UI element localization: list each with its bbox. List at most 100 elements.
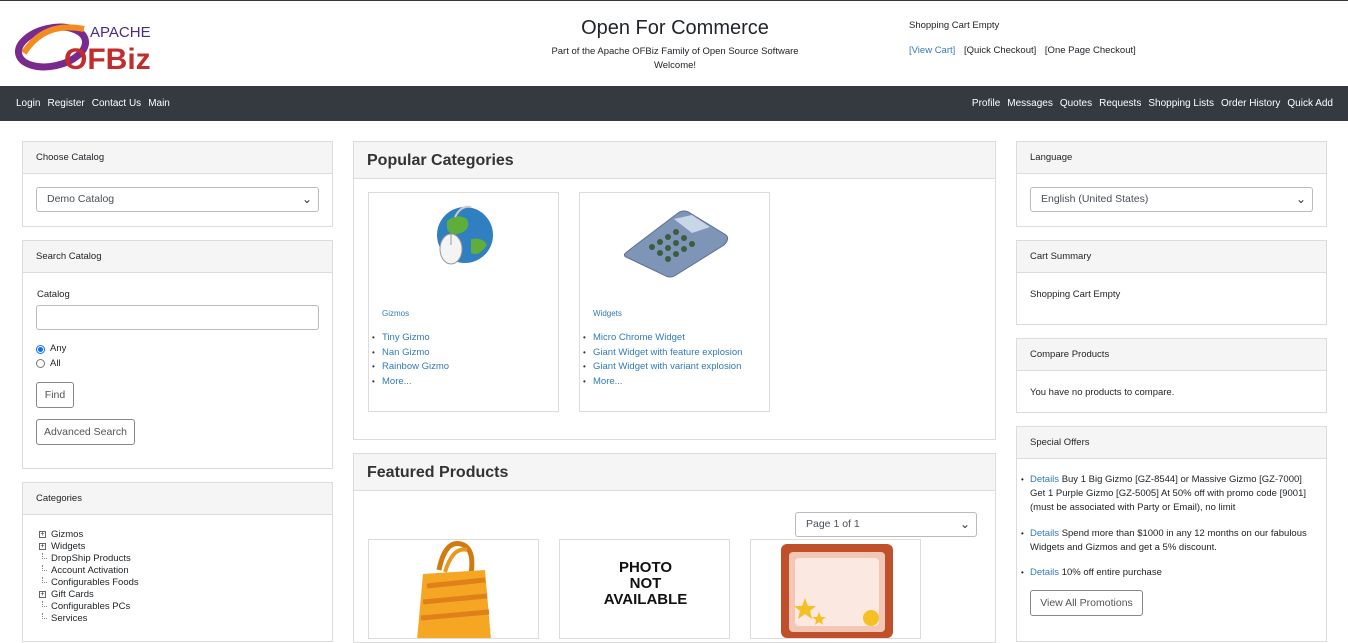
product-link-giant-widget-feature[interactable]: Giant Widget with feature explosion [593,347,742,358]
search-catalog-card: Search Catalog Catalog Any All Find Adva… [22,240,333,469]
category-item-widgets[interactable]: + Widgets [37,541,139,553]
product-link-giant-widget-variant[interactable]: Giant Widget with variant explosion [593,361,741,372]
nav-messages[interactable]: Messages [1007,98,1053,109]
expand-icon[interactable]: + [39,591,46,598]
nav-profile[interactable]: Profile [972,98,1000,109]
compare-products-title: Compare Products [1017,339,1326,371]
welcome-text: Welcome! [653,60,697,71]
logo-apache-text: APACHE [90,24,151,41]
popular-categories-title: Popular Categories [354,142,995,179]
more-widgets-link[interactable]: More... [593,376,623,387]
offer-details-link[interactable]: Details [1030,567,1059,578]
nav-login[interactable]: Login [16,98,40,109]
tree-leaf-icon [42,601,47,607]
tree-leaf-icon [42,613,47,619]
category-card-widgets: Widgets Micro Chrome Widget Giant Widget… [579,192,770,412]
category-tree: + Gizmos + Widgets DropShip Products Accou… [37,529,139,625]
gizmos-product-list: Tiny Gizmo Nan Gizmo Rainbow Gizmo More.… [372,331,449,389]
globe-mouse-icon[interactable] [427,203,497,269]
category-card-gizmos: Gizmos Tiny Gizmo Nan Gizmo Rainbow Gizm… [368,192,559,412]
nav-register[interactable]: Register [47,98,84,109]
any-label: Any [50,343,67,354]
quick-checkout-link[interactable]: [Quick Checkout] [964,45,1036,56]
chevron-down-icon: ⌄ [1295,192,1306,206]
offer-item-2: Details Spend more than $1000 in any 12 … [1021,527,1315,555]
view-all-promotions-button[interactable]: View All Promotions [1030,590,1143,616]
language-card: Language English (United States) ⌄ [1016,141,1327,227]
cart-summary-card: Cart Summary Shopping Cart Empty [1016,240,1327,325]
site-header: APACHE OFBiz Open For Commerce Part of t… [0,1,1348,86]
find-button[interactable]: Find [36,382,74,408]
category-item-configurables-pcs[interactable]: Configurables PCs [37,601,139,613]
nav-requests[interactable]: Requests [1099,98,1141,109]
all-radio[interactable] [36,359,45,368]
catalog-select-value: Demo Catalog [47,193,115,205]
special-offers-card: Special Offers Details Buy 1 Big Gizmo [… [1016,426,1327,642]
product-link-tiny-gizmo[interactable]: Tiny Gizmo [382,332,430,343]
product-card-2[interactable]: PHOTO NOT AVAILABLE [559,539,730,639]
category-link-gizmos[interactable]: Gizmos [382,309,409,318]
choose-catalog-title: Choose Catalog [23,142,332,174]
more-gizmos-link[interactable]: More... [382,376,412,387]
product-card-1[interactable] [368,539,539,639]
category-item-gift-cards[interactable]: + Gift Cards [37,589,139,601]
language-title: Language [1017,142,1326,174]
view-cart-link[interactable]: [View Cart] [909,45,955,56]
offer-item-3: Details 10% off entire purchase [1021,566,1315,580]
catalog-label: Catalog [37,289,70,300]
expand-icon[interactable]: + [39,531,46,538]
category-item-dropship[interactable]: DropShip Products [37,553,139,565]
cart-summary-text: Shopping Cart Empty [1030,289,1121,300]
tree-leaf-icon [42,565,47,571]
subtitle-text: Part of the Apache OFBiz Family of Open … [551,46,799,57]
logo-ofbiz-text: OFBiz [64,43,151,73]
cart-links: [View Cart] [Quick Checkout] [One Page C… [909,45,1142,56]
expand-icon[interactable]: + [39,543,46,550]
special-offers-title: Special Offers [1017,427,1326,459]
offer-item-1: Details Buy 1 Big Gizmo [GZ-8544] or Mas… [1021,473,1315,515]
nav-order-history[interactable]: Order History [1221,98,1280,109]
page-select-value: Page 1 of 1 [806,518,860,530]
language-select-value: English (United States) [1041,193,1149,205]
offer-details-link[interactable]: Details [1030,474,1059,485]
chevron-down-icon: ⌄ [301,192,312,206]
category-link-widgets[interactable]: Widgets [593,309,622,318]
page-select[interactable]: Page 1 of 1 ⌄ [795,512,977,537]
search-input[interactable] [36,305,319,330]
category-item-gizmos[interactable]: + Gizmos [37,529,139,541]
category-item-account-activation[interactable]: Account Activation [37,565,139,577]
all-label: All [50,358,61,369]
nav-quotes[interactable]: Quotes [1060,98,1092,109]
any-radio[interactable] [36,345,45,354]
calculator-icon[interactable] [618,205,732,279]
popular-categories-card: Popular Categories Gizmos Tiny Gizmo Nan… [353,141,996,440]
product-card-3[interactable] [750,539,921,639]
search-catalog-title: Search Catalog [23,241,332,273]
catalog-select[interactable]: Demo Catalog ⌄ [36,187,319,212]
advanced-search-button[interactable]: Advanced Search [36,419,135,445]
featured-products-card: Featured Products Page 1 of 1 ⌄ PHOTO NO… [353,453,996,643]
category-item-configurables-foods[interactable]: Configurables Foods [37,577,139,589]
choose-catalog-card: Choose Catalog Demo Catalog ⌄ [22,141,333,227]
nav-shopping-lists[interactable]: Shopping Lists [1148,98,1214,109]
categories-title: Categories [23,483,332,515]
product-link-micro-chrome-widget[interactable]: Micro Chrome Widget [593,332,685,343]
main-navbar: Login Register Contact Us Main Profile Messa… [0,86,1348,121]
tree-leaf-icon [42,553,47,559]
cart-summary-title: Cart Summary [1017,241,1326,273]
nav-quick-add[interactable]: Quick Add [1287,98,1333,109]
compare-products-card: Compare Products You have no products to… [1016,338,1327,413]
language-select[interactable]: English (United States) ⌄ [1030,187,1313,212]
product-link-nan-gizmo[interactable]: Nan Gizmo [382,347,430,358]
nav-contact-us[interactable]: Contact Us [92,98,141,109]
offer-details-link[interactable]: Details [1030,528,1059,539]
chevron-down-icon: ⌄ [959,517,970,531]
product-link-rainbow-gizmo[interactable]: Rainbow Gizmo [382,361,449,372]
category-item-services[interactable]: Services [37,613,139,625]
tree-leaf-icon [42,577,47,583]
framed-award-image [781,544,893,638]
nav-main[interactable]: Main [148,98,170,109]
ofbiz-logo[interactable]: APACHE OFBiz [14,15,174,76]
header-cart-status: Shopping Cart Empty [909,20,1000,31]
one-page-checkout-link[interactable]: [One Page Checkout] [1045,45,1136,56]
